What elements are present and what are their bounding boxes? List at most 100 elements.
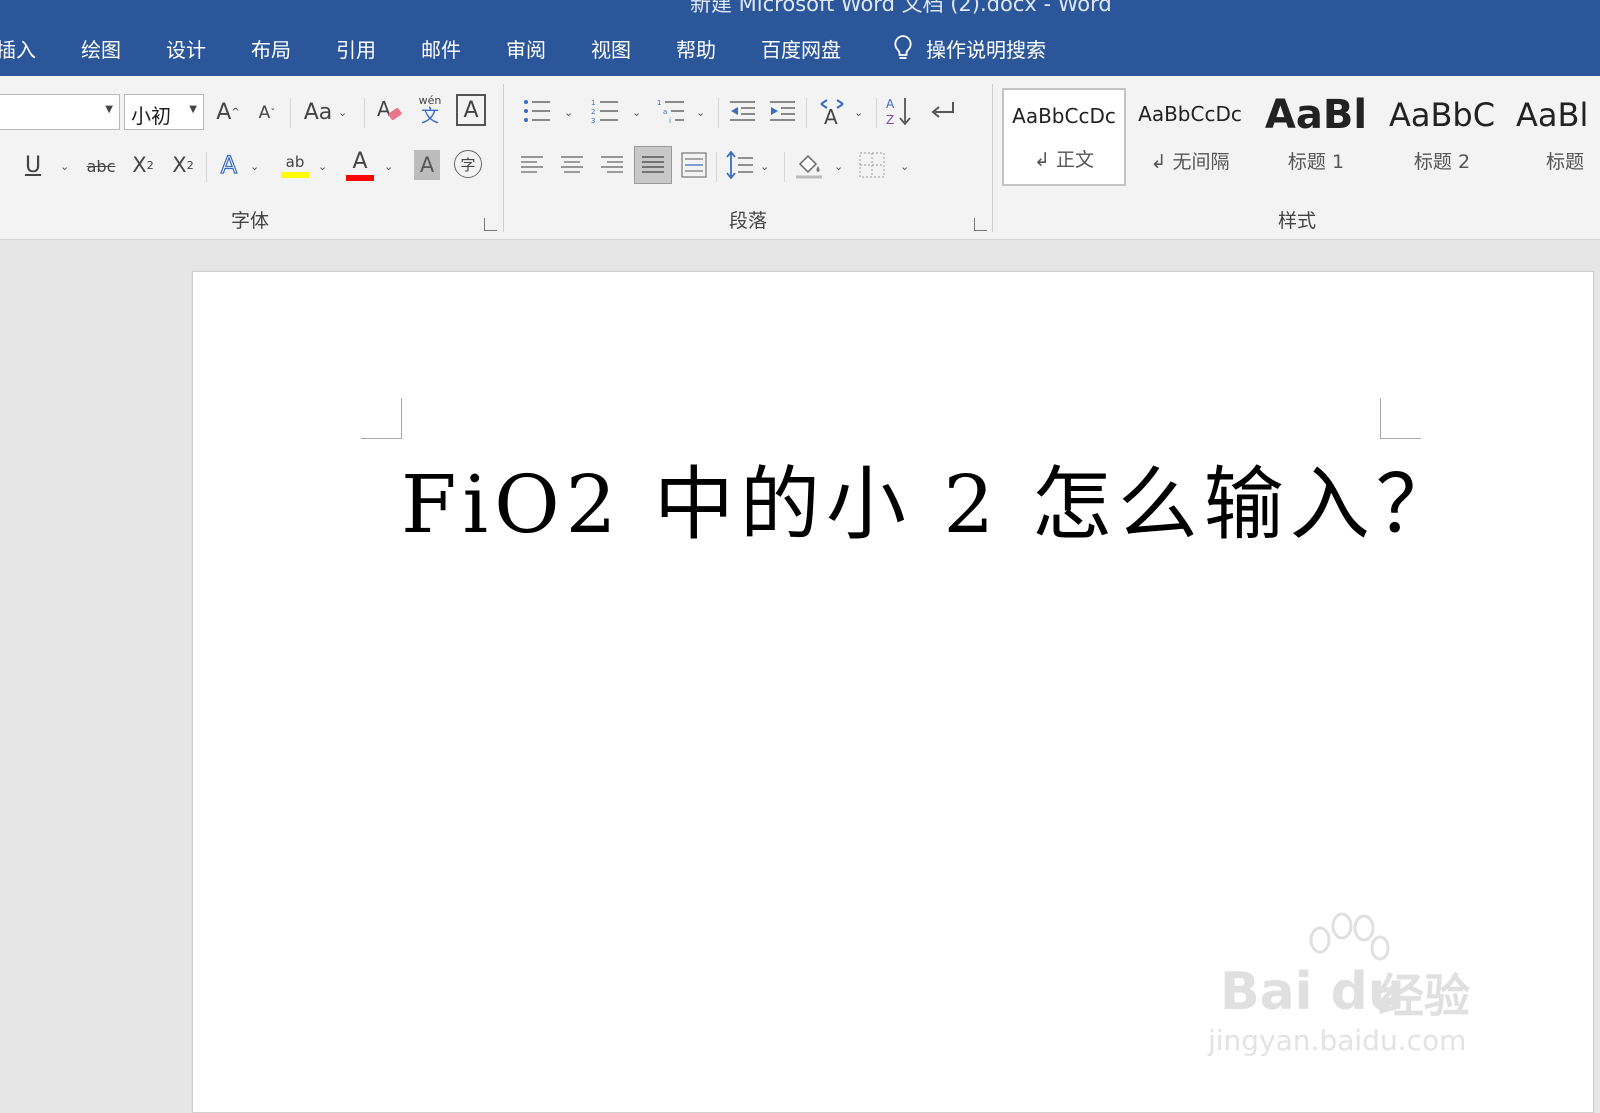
font-size-combo[interactable]: 小初 ▼ xyxy=(124,94,204,130)
svg-text:A: A xyxy=(824,105,838,126)
align-right-icon xyxy=(601,156,623,173)
align-right-button[interactable] xyxy=(596,150,628,180)
font-name-combo[interactable]: ▼ xyxy=(0,94,120,130)
change-case-button[interactable]: Aa xyxy=(300,96,336,128)
style-title[interactable]: AaBl 标题 xyxy=(1506,88,1600,186)
baidu-watermark: Bai du 经验 jingyan.baidu.com xyxy=(1208,912,1508,1057)
highlight-icon: ab xyxy=(285,153,305,171)
divider xyxy=(806,98,807,128)
subscript-button[interactable]: X2 xyxy=(128,148,158,182)
svg-text:3: 3 xyxy=(591,117,595,124)
chevron-down-icon[interactable]: ⌄ xyxy=(384,160,393,173)
tab-review[interactable]: 审阅 xyxy=(506,34,546,63)
character-border-button[interactable]: A xyxy=(456,94,486,126)
chevron-down-icon[interactable]: ⌄ xyxy=(60,160,69,173)
chevron-down-icon[interactable]: ⌄ xyxy=(250,160,259,173)
phonetic-guide-char: 文 xyxy=(421,106,439,127)
style-sample: AaBbCcDc xyxy=(1138,102,1242,126)
style-no-spacing[interactable]: AaBbCcDc ↲ 无间隔 xyxy=(1128,88,1252,186)
window-title: 新建 Microsoft Word 文档 (2).docx - Word xyxy=(690,0,1112,16)
sort-button[interactable]: A Z xyxy=(884,94,914,128)
ribbon: ▼ 小初 ▼ A ^ Aˇ Aa ⌄ A wén 文 A U ⌄ abc X 2… xyxy=(0,76,1600,240)
tab-baidu-netdisk[interactable]: 百度网盘 xyxy=(761,34,841,63)
chevron-down-icon[interactable]: ⌄ xyxy=(632,106,641,119)
style-name: ↲ 正文 xyxy=(1034,149,1094,171)
numbering-button[interactable]: 123 xyxy=(590,96,620,126)
strikethrough-button[interactable]: abc xyxy=(84,150,118,182)
divider xyxy=(716,152,717,182)
chevron-down-icon[interactable]: ⌄ xyxy=(900,160,909,173)
distributed-button[interactable] xyxy=(678,148,710,182)
subscript-mark: 2 xyxy=(146,158,154,172)
strikethrough-icon: abc xyxy=(86,156,116,176)
enclose-characters-button[interactable]: 字 xyxy=(454,150,482,178)
crop-mark-top-left xyxy=(361,398,402,439)
align-center-button[interactable] xyxy=(556,150,588,180)
chinese-layout-button[interactable]: A xyxy=(816,94,848,128)
divider xyxy=(206,152,207,182)
chevron-down-icon[interactable]: ⌄ xyxy=(834,160,843,173)
tab-insert[interactable]: 插入 xyxy=(0,34,36,63)
font-size-value: 小初 xyxy=(131,104,171,128)
shading-button[interactable] xyxy=(792,148,826,182)
font-color-icon: A xyxy=(352,149,368,174)
chevron-down-icon[interactable]: ⌄ xyxy=(854,106,863,119)
svg-text:a: a xyxy=(663,108,667,116)
chevron-down-icon[interactable]: ⌄ xyxy=(760,160,769,173)
tab-view[interactable]: 视图 xyxy=(591,34,631,63)
font-dialog-launcher-icon[interactable] xyxy=(484,218,497,231)
watermark-cn-text: 经验 xyxy=(1378,969,1470,1023)
chevron-down-icon[interactable]: ⌄ xyxy=(318,160,327,173)
multilevel-list-button[interactable]: 1ai xyxy=(656,96,686,126)
tab-design[interactable]: 设计 xyxy=(166,34,206,63)
chevron-down-icon: ▼ xyxy=(189,104,197,115)
borders-button[interactable] xyxy=(856,148,888,182)
superscript-button[interactable]: X2 xyxy=(168,148,198,182)
style-normal[interactable]: AaBbCcDc ↲ 正文 xyxy=(1002,88,1126,186)
grow-font-button[interactable]: A ^ xyxy=(214,96,242,128)
divider xyxy=(290,98,291,128)
tab-draw[interactable]: 绘图 xyxy=(81,34,121,63)
paragraph-group: ⌄ 123 ⌄ 1ai ⌄ A ⌄ A Z ⌄ ⌄ ⌄ 段落 xyxy=(504,76,992,239)
group-separator xyxy=(992,84,993,232)
bullets-button[interactable] xyxy=(522,96,552,126)
character-border-icon: A xyxy=(463,97,479,123)
clear-formatting-button[interactable]: A xyxy=(374,94,406,128)
character-shading-button[interactable]: A xyxy=(414,150,440,180)
style-heading-2[interactable]: AaBbC 标题 2 xyxy=(1380,88,1504,186)
style-heading-1[interactable]: AaBl 标题 1 xyxy=(1254,88,1378,186)
line-spacing-icon xyxy=(726,151,753,179)
svg-text:1: 1 xyxy=(657,99,661,107)
align-left-button[interactable] xyxy=(516,150,548,180)
show-formatting-marks-button[interactable] xyxy=(928,96,958,126)
enclose-characters-icon: 字 xyxy=(460,155,476,174)
chevron-down-icon[interactable]: ⌄ xyxy=(564,106,573,119)
tab-layout[interactable]: 布局 xyxy=(251,34,291,63)
document-page[interactable]: FiO2 中的小 2 怎么输入？ Bai du 经验 jingyan.baidu… xyxy=(192,271,1594,1113)
decrease-indent-button[interactable] xyxy=(726,96,758,126)
divider xyxy=(876,98,877,128)
paragraph-dialog-launcher-icon[interactable] xyxy=(974,218,987,231)
underline-button[interactable]: U xyxy=(20,148,46,182)
divider xyxy=(364,98,365,128)
style-name: 标题 xyxy=(1546,151,1585,173)
tell-me-search[interactable]: 操作说明搜索 xyxy=(892,34,1046,63)
superscript-mark: 2 xyxy=(186,158,194,172)
tab-help[interactable]: 帮助 xyxy=(676,34,716,63)
chevron-down-icon[interactable]: ⌄ xyxy=(696,106,705,119)
underline-icon: U xyxy=(24,152,42,178)
text-highlight-button[interactable]: ab xyxy=(278,146,312,184)
font-color-button[interactable]: A xyxy=(344,146,376,184)
line-spacing-button[interactable] xyxy=(724,148,756,182)
paragraph-group-label: 段落 xyxy=(728,210,767,232)
increase-indent-button[interactable] xyxy=(766,96,798,126)
document-text[interactable]: FiO2 中的小 2 怎么输入？ xyxy=(401,440,1462,556)
justify-button[interactable] xyxy=(634,146,672,184)
chevron-down-icon[interactable]: ⌄ xyxy=(338,106,347,119)
phonetic-guide-button[interactable]: wén 文 xyxy=(414,92,446,130)
text-effects-button[interactable]: A xyxy=(214,148,244,182)
shrink-font-button[interactable]: Aˇ xyxy=(254,98,280,128)
tab-mailings[interactable]: 邮件 xyxy=(421,34,461,63)
tab-references[interactable]: 引用 xyxy=(336,34,376,63)
chevron-down-icon: ▼ xyxy=(105,104,113,115)
